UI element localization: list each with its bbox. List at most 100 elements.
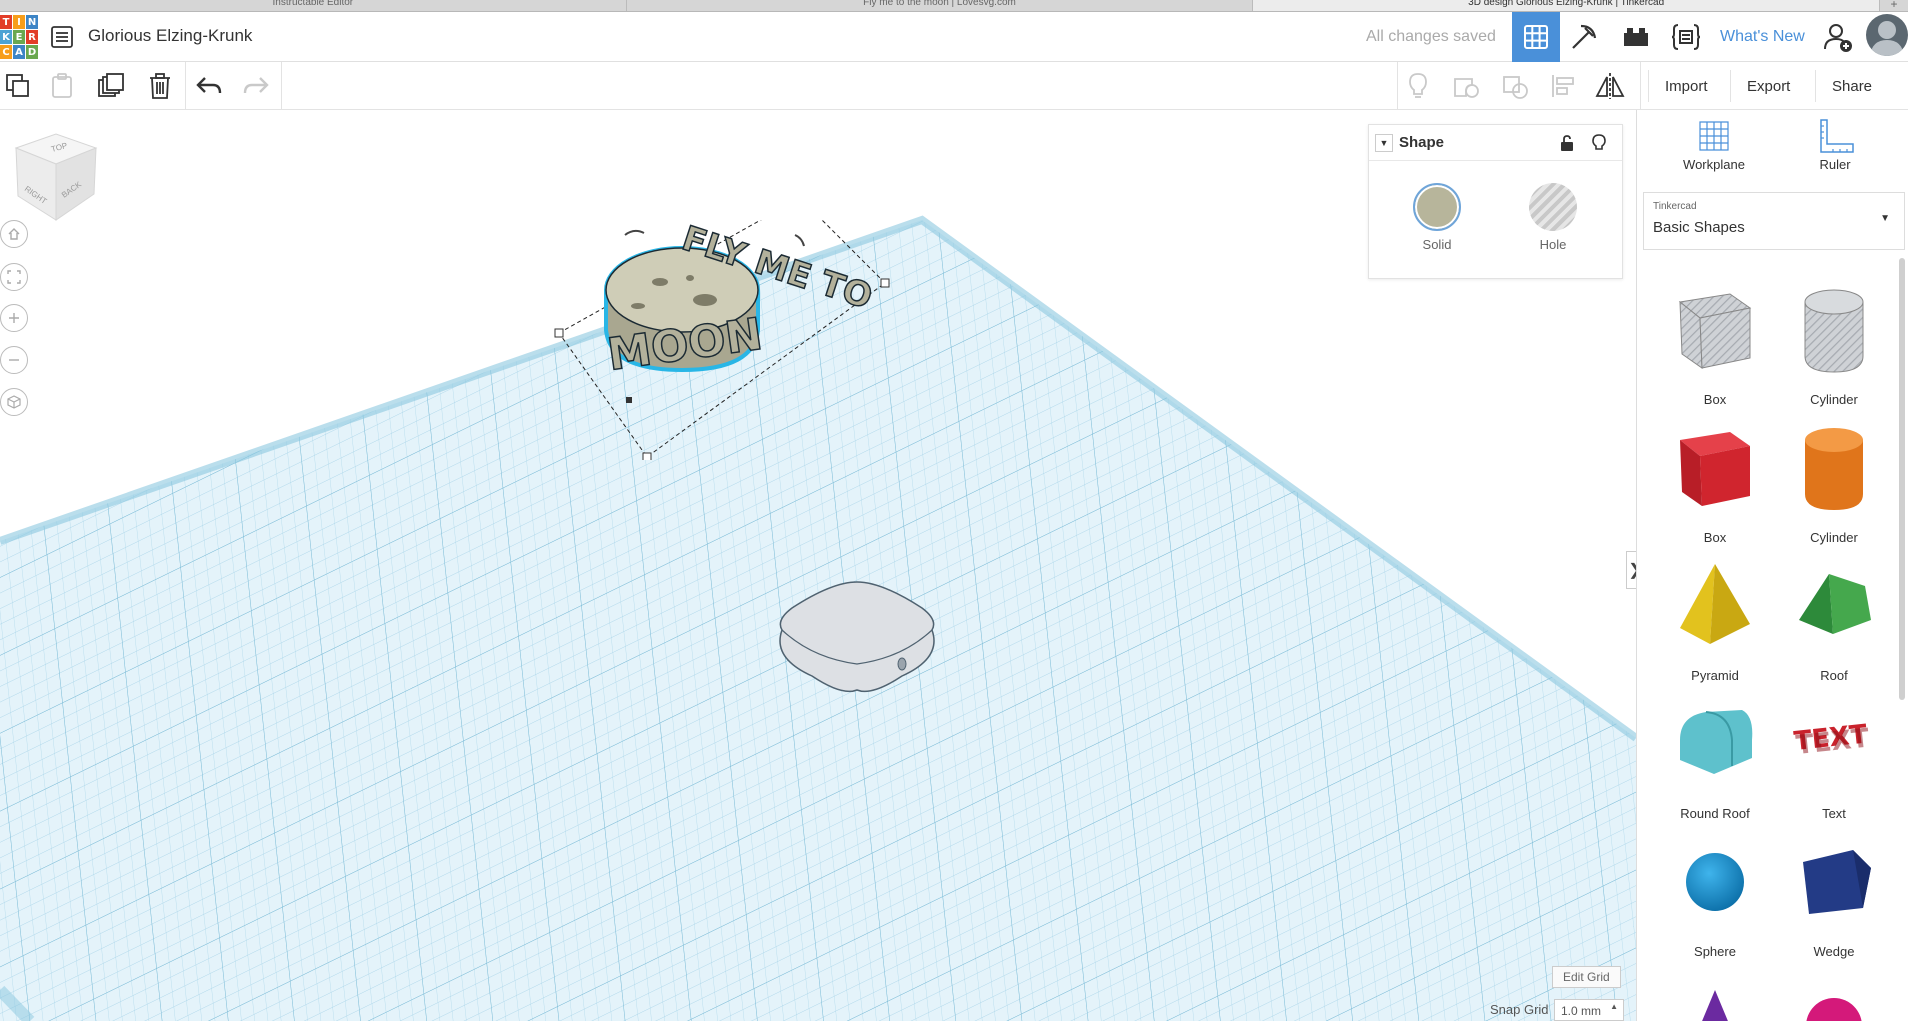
shape-label: Cylinder xyxy=(1810,392,1858,407)
home-view-icon[interactable] xyxy=(0,220,28,248)
ungroup-icon[interactable] xyxy=(1499,70,1531,102)
logo-letter: K xyxy=(0,30,12,44)
shape-label: Round Roof xyxy=(1680,806,1750,821)
cylinder-gray-icon xyxy=(1804,289,1864,373)
workplane-label: Workplane xyxy=(1683,157,1745,172)
inspector-title: Shape xyxy=(1399,134,1445,151)
lightbulb-icon[interactable] xyxy=(1402,70,1434,102)
redo-icon[interactable] xyxy=(240,70,272,102)
pyramid-icon xyxy=(1680,564,1750,644)
snap-grid-select[interactable]: 1.0 mm ▲ xyxy=(1554,999,1624,1021)
shape-round-roof[interactable]: Round Roof xyxy=(1660,694,1770,824)
pyramid-purple-icon xyxy=(1702,990,1728,1021)
shape-sphere[interactable]: Sphere xyxy=(1660,832,1770,962)
whats-new-link[interactable]: What's New xyxy=(1720,28,1805,46)
light-bulb-icon[interactable] xyxy=(1591,133,1607,158)
add-user-icon[interactable] xyxy=(1814,12,1862,62)
round-roof-icon xyxy=(1680,710,1753,774)
box-red-icon xyxy=(1680,432,1750,506)
shape-wedge[interactable]: Wedge xyxy=(1779,832,1889,962)
share-button[interactable]: Share xyxy=(1815,70,1888,102)
bricks-icon[interactable] xyxy=(1612,12,1660,62)
text-shape-icon: TEXT TEXT xyxy=(1793,719,1871,761)
perspective-icon[interactable] xyxy=(0,388,28,416)
resize-handle[interactable] xyxy=(554,328,564,338)
workplane-tool[interactable]: Workplane xyxy=(1669,118,1759,172)
tinkercad-logo[interactable]: T I N K E R C A D xyxy=(0,15,38,59)
edit-grid-button[interactable]: Edit Grid xyxy=(1552,966,1621,988)
dropdown-caret-icon: ▼ xyxy=(1880,213,1890,224)
zoom-in-icon[interactable] xyxy=(0,304,28,332)
logo-letter: D xyxy=(26,45,38,59)
app-header: T I N K E R C A D Glorious Elzing-Krunk … xyxy=(0,12,1908,62)
logo-letter: T xyxy=(0,15,12,29)
browser-tab-active[interactable]: 3D design Glorious Elzing-Krunk | Tinker… xyxy=(1253,0,1881,11)
resize-handle[interactable] xyxy=(880,278,890,288)
blocks-pickaxe-icon[interactable] xyxy=(1560,12,1608,62)
logo-letter: I xyxy=(13,15,25,29)
shape-library-select[interactable]: Tinkercad Basic Shapes ▼ xyxy=(1643,192,1905,250)
pillow-shape-model[interactable] xyxy=(772,578,942,696)
resize-handle[interactable] xyxy=(626,397,632,403)
rotate-handle-icon[interactable] xyxy=(794,234,805,247)
import-button[interactable]: Import xyxy=(1648,70,1724,102)
logo-letter: A xyxy=(13,45,25,59)
group-icon[interactable] xyxy=(1450,70,1482,102)
browser-tab[interactable]: Instructable Editor xyxy=(0,0,627,11)
shape-purple-pyramid[interactable] xyxy=(1660,970,1770,1021)
new-tab-icon[interactable]: + xyxy=(1880,0,1908,11)
collapse-inspector-icon[interactable]: ▼ xyxy=(1375,134,1393,152)
shape-pyramid[interactable]: Pyramid xyxy=(1660,556,1770,686)
3d-view-grid-icon[interactable] xyxy=(1512,12,1560,62)
browser-tab[interactable]: Fly me to the moon | Lovesvg.com xyxy=(627,0,1254,11)
export-button[interactable]: Export xyxy=(1730,70,1806,102)
panel-scrollbar[interactable] xyxy=(1899,258,1905,700)
shape-cylinder-gray[interactable]: Cylinder xyxy=(1779,280,1889,410)
shape-roof[interactable]: Roof xyxy=(1779,556,1889,686)
design-list-icon[interactable] xyxy=(50,25,74,49)
shape-label: Text xyxy=(1822,806,1846,821)
ruler-tool[interactable]: Ruler xyxy=(1790,118,1880,172)
codeblocks-icon[interactable] xyxy=(1662,12,1710,62)
view-cube[interactable]: TOP RIGHT BACK xyxy=(12,130,100,226)
half-sphere-icon xyxy=(1806,998,1862,1021)
library-name: Basic Shapes xyxy=(1653,219,1745,236)
shape-label: Wedge xyxy=(1813,944,1855,959)
cylinder-orange-icon xyxy=(1805,428,1863,510)
zoom-out-icon[interactable] xyxy=(0,346,28,374)
align-icon[interactable] xyxy=(1547,70,1579,102)
undo-icon[interactable] xyxy=(193,70,225,102)
copy-icon[interactable] xyxy=(2,70,34,102)
browser-tab-strip: Instructable Editor Fly me to the moon |… xyxy=(0,0,1908,12)
ruler-icon xyxy=(1820,119,1854,153)
logo-letter: R xyxy=(26,30,38,44)
user-avatar[interactable] xyxy=(1866,14,1908,56)
shape-box-gray[interactable]: Box xyxy=(1660,280,1770,410)
shape-label: Box xyxy=(1703,392,1727,407)
wedge-icon xyxy=(1803,850,1871,914)
solid-color-swatch[interactable] xyxy=(1413,183,1461,231)
shape-label: Cylinder xyxy=(1810,530,1858,545)
design-title[interactable]: Glorious Elzing-Krunk xyxy=(88,26,252,46)
shape-text[interactable]: TEXT TEXT Text xyxy=(1779,694,1889,824)
shape-box-red[interactable]: Box xyxy=(1660,418,1770,548)
rotate-handle-icon[interactable] xyxy=(624,229,645,236)
shape-magenta-half-sphere[interactable] xyxy=(1779,970,1889,1021)
snap-grid-label: Snap Grid xyxy=(1490,1002,1549,1017)
shape-label: Box xyxy=(1703,530,1727,545)
solid-label: Solid xyxy=(1422,237,1452,252)
mirror-icon[interactable] xyxy=(1594,70,1626,102)
resize-handle[interactable] xyxy=(642,452,652,460)
svg-text:TEXT: TEXT xyxy=(1795,723,1871,761)
delete-icon[interactable] xyxy=(144,70,176,102)
paste-icon[interactable] xyxy=(46,70,78,102)
lock-icon[interactable] xyxy=(1559,134,1575,157)
selected-moon-text-model[interactable]: FLY ME TO MOON xyxy=(540,220,910,460)
shape-cylinder-orange[interactable]: Cylinder xyxy=(1779,418,1889,548)
shape-label: Roof xyxy=(1820,668,1848,683)
hole-swatch[interactable] xyxy=(1529,183,1577,231)
duplicate-icon[interactable] xyxy=(95,70,127,102)
edit-toolbar: Import Export Share xyxy=(0,62,1908,110)
fit-view-icon[interactable] xyxy=(0,263,28,291)
shapes-panel: Workplane Ruler Tinkercad Basic Shapes ▼… xyxy=(1636,110,1908,1021)
